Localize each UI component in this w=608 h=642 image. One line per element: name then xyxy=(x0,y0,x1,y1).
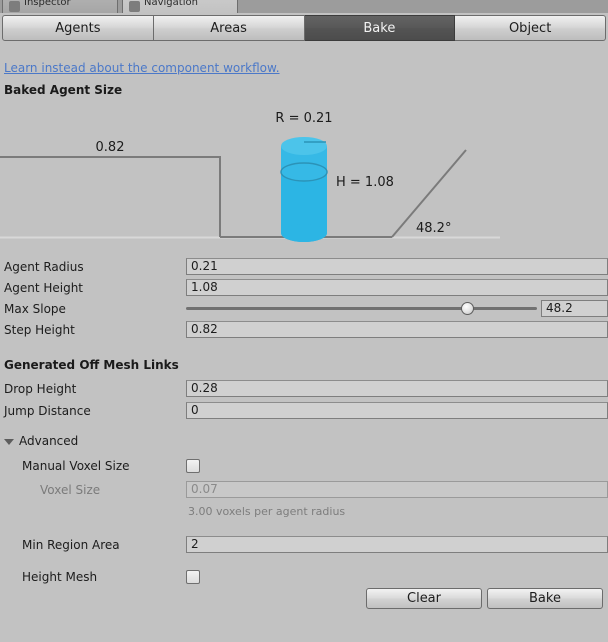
slider-track xyxy=(186,307,537,310)
diagram-step-height-label: 0.82 xyxy=(96,140,125,155)
row-height-mesh: Height Mesh xyxy=(0,567,608,586)
label-min-region-area: Min Region Area xyxy=(22,537,120,552)
window-tab-label: Inspector xyxy=(24,0,71,8)
label-manual-voxel-size: Manual Voxel Size xyxy=(22,458,130,473)
agent-cylinder xyxy=(280,137,328,242)
bake-button[interactable]: Bake xyxy=(487,588,603,609)
row-voxel-size: Voxel Size 0.07 xyxy=(0,480,608,499)
diagram-slope-angle-label: 48.2° xyxy=(416,221,451,236)
label-height-mesh: Height Mesh xyxy=(22,569,98,584)
navigation-icon xyxy=(129,1,140,12)
row-max-slope: Max Slope 48.2 xyxy=(0,299,608,318)
input-min-region-area[interactable]: 2 xyxy=(186,536,608,553)
foldout-advanced[interactable]: Advanced xyxy=(4,434,78,448)
window-tab-strip: Inspector Navigation xyxy=(0,0,608,13)
tab-areas[interactable]: Areas xyxy=(153,15,305,41)
tab-object[interactable]: Object xyxy=(455,15,606,41)
mode-toolbar: Agents Areas Bake Object xyxy=(2,15,606,41)
window-tab-inspector[interactable]: Inspector xyxy=(2,0,118,13)
foldout-advanced-label: Advanced xyxy=(19,434,79,448)
input-drop-height[interactable]: 0.28 xyxy=(186,380,608,397)
checkbox-manual-voxel-size[interactable] xyxy=(186,458,200,473)
label-jump-distance: Jump Distance xyxy=(4,403,91,418)
row-agent-radius: Agent Radius 0.21 xyxy=(0,257,608,276)
input-step-height[interactable]: 0.82 xyxy=(186,321,608,338)
label-drop-height: Drop Height xyxy=(4,381,77,396)
window-tab-navigation[interactable]: Navigation xyxy=(122,0,238,13)
slider-max-slope[interactable] xyxy=(186,300,537,317)
input-jump-distance[interactable]: 0 xyxy=(186,402,608,419)
cylinder-bottom-cap xyxy=(281,224,327,242)
row-agent-height: Agent Height 1.08 xyxy=(0,278,608,297)
agent-size-diagram: R = 0.21 H = 1.08 0.82 48.2° xyxy=(0,111,500,242)
label-max-slope: Max Slope xyxy=(4,301,66,316)
tab-agents[interactable]: Agents xyxy=(2,15,154,41)
label-agent-radius: Agent Radius xyxy=(4,259,84,274)
cylinder-top-cap xyxy=(281,137,327,155)
chevron-down-icon xyxy=(4,438,14,445)
label-voxel-size: Voxel Size xyxy=(40,482,101,497)
input-max-slope-value[interactable]: 48.2 xyxy=(541,300,608,317)
input-agent-radius[interactable]: 0.21 xyxy=(186,258,608,275)
window-tab-label: Navigation xyxy=(144,0,198,8)
slider-knob[interactable] xyxy=(460,302,474,315)
clear-button[interactable]: Clear xyxy=(366,588,482,609)
label-agent-height: Agent Height xyxy=(4,280,84,295)
row-manual-voxel-size: Manual Voxel Size xyxy=(0,456,608,475)
diagram-step-profile xyxy=(0,156,221,237)
input-agent-height[interactable]: 1.08 xyxy=(186,279,608,296)
diagram-height-label: H = 1.08 xyxy=(336,175,394,190)
diagram-radius-label: R = 0.21 xyxy=(275,111,332,126)
button-bar: Clear Bake xyxy=(0,588,608,610)
row-min-region-area: Min Region Area 2 xyxy=(0,535,608,554)
row-drop-height: Drop Height 0.28 xyxy=(0,379,608,398)
row-jump-distance: Jump Distance 0 xyxy=(0,401,608,420)
tab-bake[interactable]: Bake xyxy=(304,15,456,41)
row-step-height: Step Height 0.82 xyxy=(0,320,608,339)
input-voxel-size: 0.07 xyxy=(186,481,608,498)
section-header-generated-off-mesh-links: Generated Off Mesh Links xyxy=(4,358,179,372)
inspector-icon xyxy=(9,1,20,12)
component-workflow-link[interactable]: Learn instead about the component workfl… xyxy=(4,61,280,75)
label-step-height: Step Height xyxy=(4,322,75,337)
section-header-baked-agent-size: Baked Agent Size xyxy=(4,83,123,97)
checkbox-height-mesh[interactable] xyxy=(186,569,200,584)
window-tab-strip-filler xyxy=(586,0,608,13)
voxel-size-hint: 3.00 voxels per agent radius xyxy=(188,505,346,518)
